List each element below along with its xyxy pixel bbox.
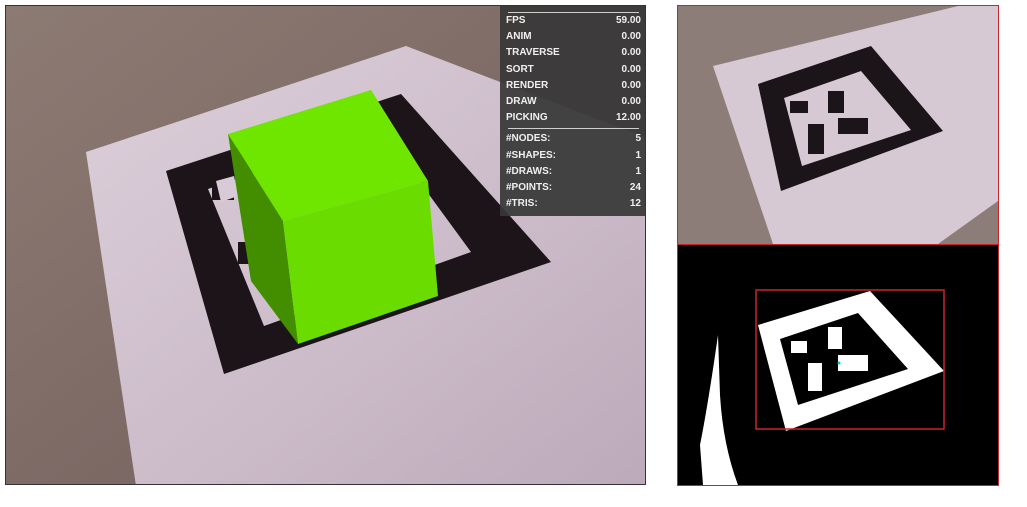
stat-row: SORT 0.00 [506,62,641,78]
stat-label: #DRAWS: [506,165,553,177]
stat-value: 0.00 [621,95,641,107]
stat-label: #POINTS: [506,181,553,193]
stat-row: PICKING 12.00 [506,110,641,126]
stat-row: #DRAWS: 1 [506,164,641,180]
stat-row: #NODES: 5 [506,131,641,147]
stat-value: 59.00 [615,15,641,26]
threshold-scene [678,245,998,485]
stat-value: 0.00 [621,79,641,91]
stat-label: ANIM [506,31,532,43]
stats-overlay: FPS 59.00 ANIM 0.00 TRAVERSE 0.00 SORT 0.00 REND… [500,6,645,216]
stat-label: #NODES: [506,133,551,145]
stat-row: FPS 59.00 [506,13,641,29]
stat-label: FPS [506,15,526,26]
stat-label: #TRIS: [506,198,538,210]
stat-label: PICKING [506,112,548,124]
camera-preview [678,6,998,244]
marker-center-dot [837,361,841,365]
stat-row: #POINTS: 24 [506,180,641,196]
stat-value: 5 [635,133,641,145]
stats-divider [508,128,639,130]
stat-value: 0.00 [621,47,641,59]
stat-value: 0.00 [621,31,641,43]
stat-label: #SHAPES: [506,149,557,161]
stat-value: 12 [629,198,641,210]
stat-label: SORT [506,63,534,75]
stat-row: #SHAPES: 1 [506,148,641,164]
stat-value: 0.00 [621,63,641,75]
ar-viewport[interactable]: FPS 59.00 ANIM 0.00 TRAVERSE 0.00 SORT 0.00 REND… [5,5,646,485]
stat-value: 12.00 [615,112,641,124]
timing-rows: FPS 59.00 ANIM 0.00 TRAVERSE 0.00 SORT 0.00 REND… [506,13,641,126]
stat-label: TRAVERSE [506,47,560,59]
stat-value: 1 [635,149,641,161]
stat-row: #TRIS: 12 [506,196,641,212]
stat-row: ANIM 0.00 [506,29,641,45]
camera-preview-scene [678,6,998,244]
stat-row: DRAW 0.00 [506,94,641,110]
stat-value: 1 [635,165,641,177]
count-rows: #NODES: 5 #SHAPES: 1 #DRAWS: 1 #POINTS: 24 #TRIS… [506,131,641,212]
stat-label: RENDER [506,79,549,91]
debug-panel [677,5,999,486]
stat-label: DRAW [506,95,537,107]
stat-value: 24 [629,181,641,193]
stat-row: TRAVERSE 0.00 [506,45,641,61]
threshold-view [678,245,998,485]
stat-row: RENDER 0.00 [506,78,641,94]
